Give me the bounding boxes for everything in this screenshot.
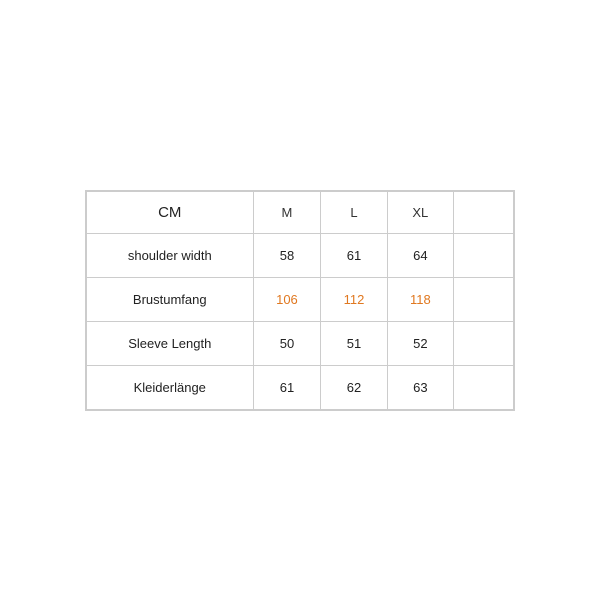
size-table-container: CM M L XL shoulder width586164Brustumfan…	[85, 190, 515, 411]
row-1-val-2: 118	[387, 277, 453, 321]
row-1-val-1: 112	[321, 277, 387, 321]
row-2-val-1: 51	[321, 321, 387, 365]
row-3-val-3	[454, 365, 514, 409]
row-0-val-1: 61	[321, 233, 387, 277]
header-empty-cell	[454, 191, 514, 233]
row-label-3: Kleiderlänge	[87, 365, 254, 409]
row-3-val-2: 63	[387, 365, 453, 409]
row-0-val-2: 64	[387, 233, 453, 277]
table-row: Sleeve Length505152	[87, 321, 514, 365]
header-m-cell: M	[253, 191, 321, 233]
row-0-val-0: 58	[253, 233, 321, 277]
size-table: CM M L XL shoulder width586164Brustumfan…	[86, 191, 514, 410]
header-xl-cell: XL	[387, 191, 453, 233]
row-label-2: Sleeve Length	[87, 321, 254, 365]
row-0-val-3	[454, 233, 514, 277]
row-label-0: shoulder width	[87, 233, 254, 277]
row-2-val-3	[454, 321, 514, 365]
row-1-val-0: 106	[253, 277, 321, 321]
header-l-cell: L	[321, 191, 387, 233]
header-label-cell: CM	[87, 191, 254, 233]
table-row: shoulder width586164	[87, 233, 514, 277]
table-row: Brustumfang106112118	[87, 277, 514, 321]
row-3-val-1: 62	[321, 365, 387, 409]
table-header-row: CM M L XL	[87, 191, 514, 233]
row-3-val-0: 61	[253, 365, 321, 409]
row-1-val-3	[454, 277, 514, 321]
table-row: Kleiderlänge616263	[87, 365, 514, 409]
row-2-val-0: 50	[253, 321, 321, 365]
row-2-val-2: 52	[387, 321, 453, 365]
table-body: shoulder width586164Brustumfang106112118…	[87, 233, 514, 409]
row-label-1: Brustumfang	[87, 277, 254, 321]
